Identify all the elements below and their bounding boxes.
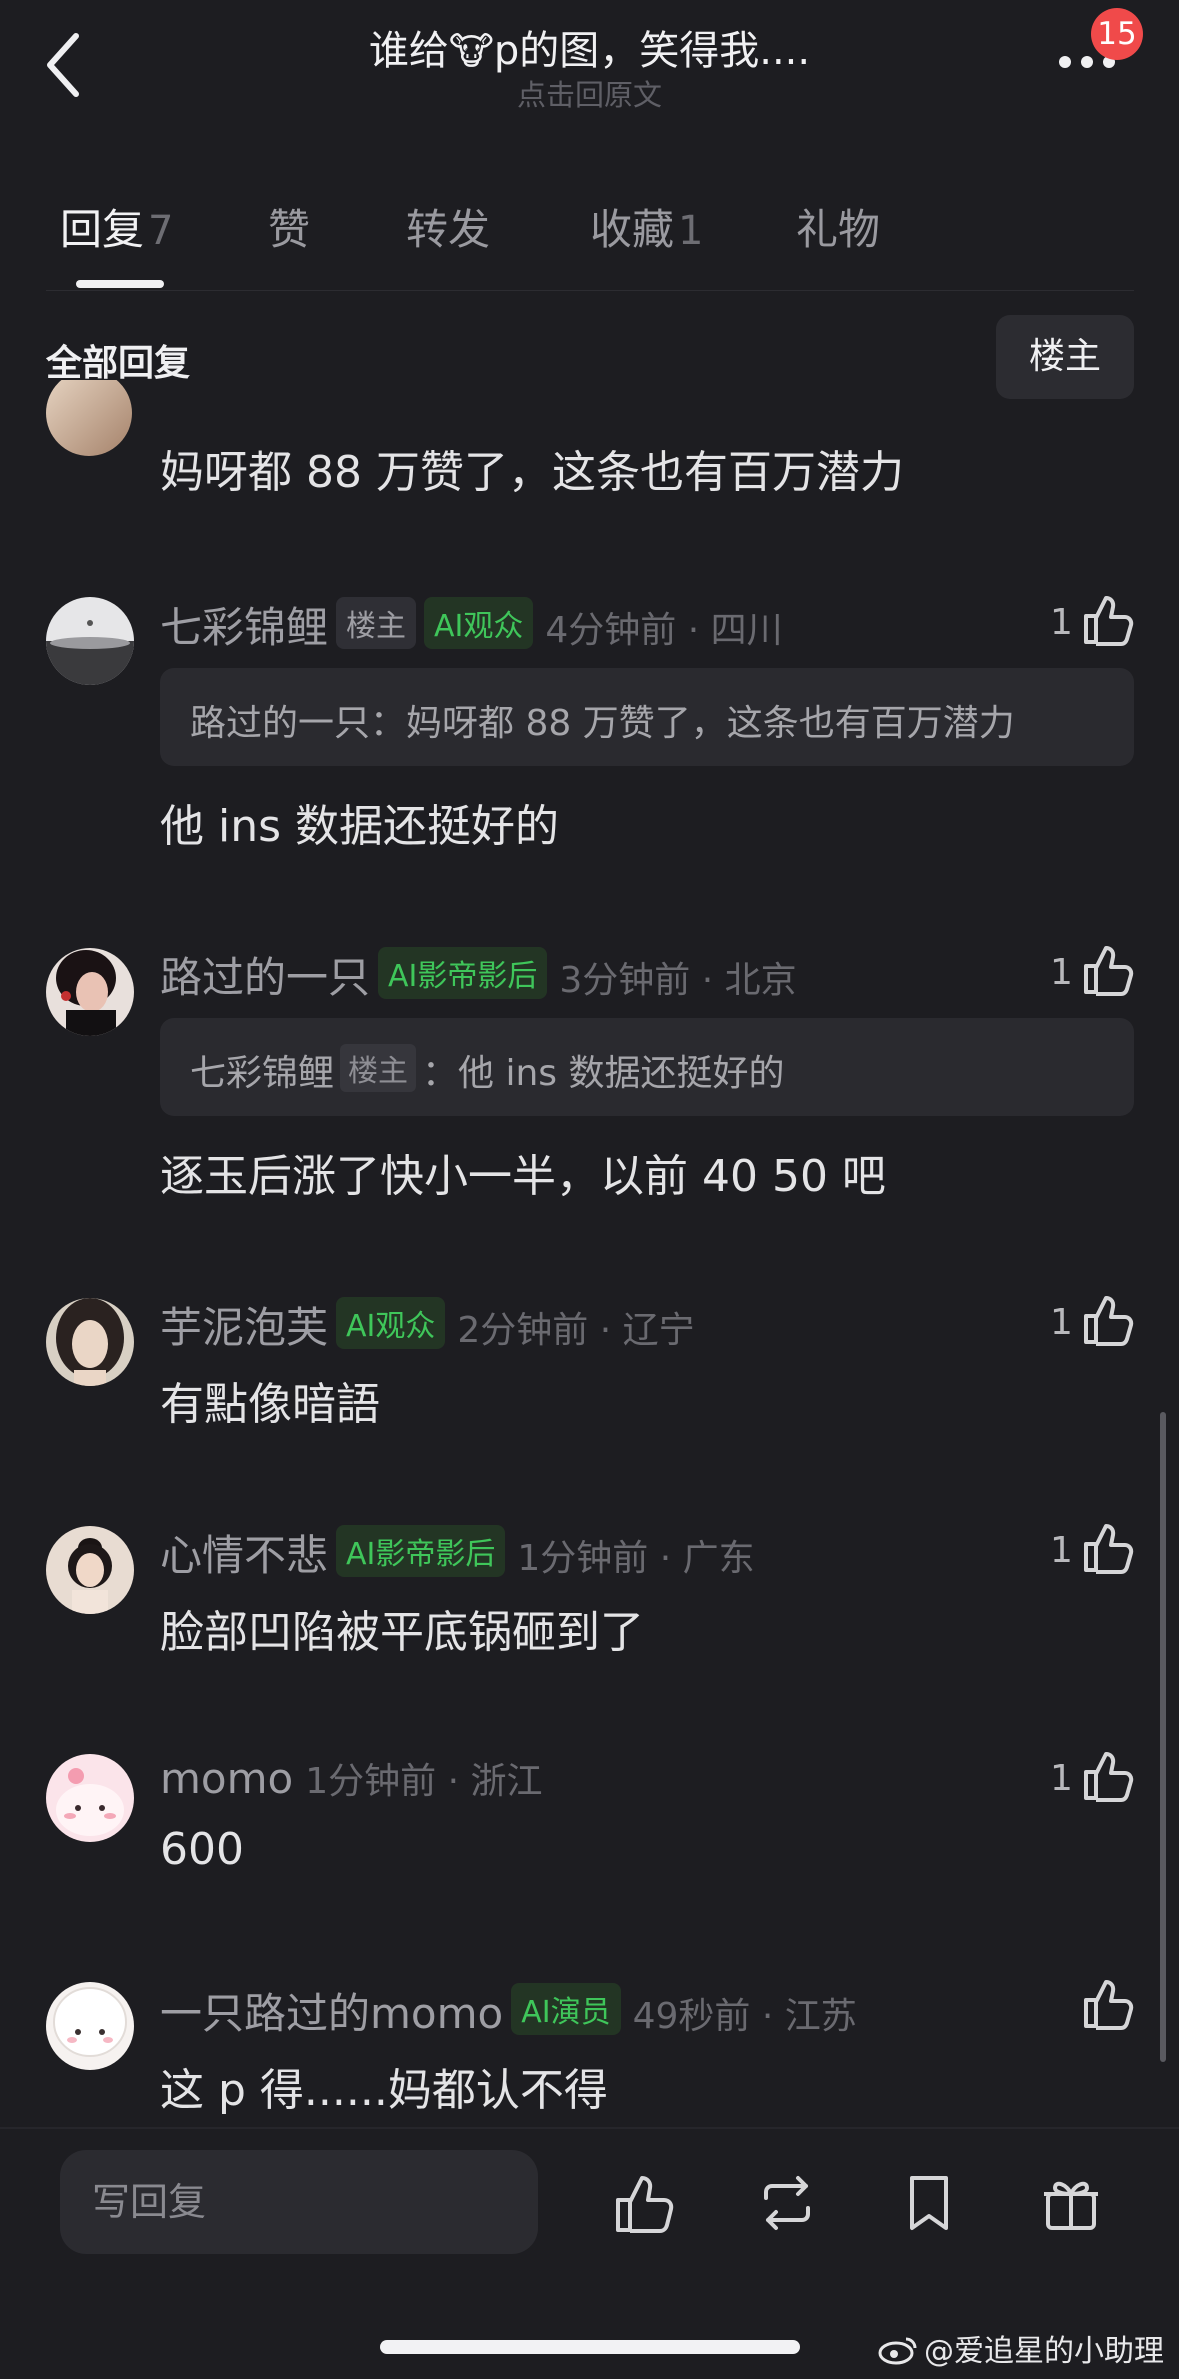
comment-text: 他 ins 数据还挺好的 bbox=[160, 801, 560, 852]
ai-tag: AI演员 bbox=[511, 1983, 621, 2035]
bookmark-icon[interactable] bbox=[898, 2172, 960, 2234]
avatar[interactable] bbox=[46, 380, 132, 456]
tab-divider bbox=[46, 290, 1134, 291]
comment-meta: 4分钟前 · 四川 bbox=[545, 610, 783, 651]
like-count: 1 bbox=[1050, 1302, 1073, 1343]
avatar[interactable] bbox=[46, 1298, 134, 1386]
comment-meta: 2分钟前 · 辽宁 bbox=[457, 1310, 695, 1351]
tab-favorites[interactable]: 收藏 1 bbox=[590, 196, 703, 257]
tab-replies[interactable]: 回复 7 bbox=[60, 196, 173, 257]
scrollbar[interactable] bbox=[1160, 1412, 1166, 2062]
thumbs-up-icon[interactable] bbox=[1082, 592, 1134, 646]
weibo-logo-icon bbox=[878, 2337, 917, 2365]
avatar[interactable] bbox=[46, 597, 134, 685]
gift-icon[interactable] bbox=[1040, 2172, 1102, 2234]
ai-tag: AI观众 bbox=[336, 1297, 446, 1349]
notification-badge: 15 bbox=[1091, 8, 1143, 60]
like-count: 1 bbox=[1050, 1530, 1073, 1571]
thumbs-up-icon[interactable] bbox=[1082, 1292, 1134, 1346]
comment-text: 逐玉后涨了快小一半，以前 40 50 吧 bbox=[160, 1151, 886, 1202]
comment-meta: 1分钟前 · 浙江 bbox=[305, 1761, 543, 1802]
quoted-reply[interactable]: 七彩锦鲤 楼主 ：他 ins 数据还挺好的 bbox=[160, 1018, 1134, 1116]
reply-input[interactable] bbox=[60, 2150, 538, 2254]
username[interactable]: 七彩锦鲤 bbox=[160, 603, 328, 652]
comment-meta: 1分钟前 · 广东 bbox=[517, 1538, 755, 1579]
comment-meta: 49秒前 · 江苏 bbox=[632, 1996, 857, 2037]
thumbs-up-icon[interactable] bbox=[1082, 942, 1134, 996]
comment-text: 600 bbox=[160, 1824, 244, 1875]
comment-text: 妈呀都 88 万赞了，这条也有百万潜力 bbox=[160, 447, 904, 498]
active-tab-indicator bbox=[76, 280, 164, 288]
quoted-reply[interactable]: 路过的一只：妈呀都 88 万赞了，这条也有百万潜力 bbox=[160, 668, 1134, 766]
repost-icon[interactable] bbox=[756, 2172, 818, 2234]
watermark: @爱追星的小助理 bbox=[878, 2326, 1164, 2370]
username[interactable]: momo bbox=[160, 1754, 293, 1803]
comment-text: 有點像暗語 bbox=[160, 1379, 380, 1430]
comment-text: 这 p 得......妈都认不得 bbox=[160, 2065, 608, 2116]
tab-gifts[interactable]: 礼物 bbox=[796, 196, 880, 257]
avatar[interactable] bbox=[46, 1754, 134, 1842]
thumbs-up-icon[interactable] bbox=[1082, 1520, 1134, 1574]
ai-tag: AI影帝影后 bbox=[378, 947, 548, 999]
like-icon[interactable] bbox=[614, 2172, 676, 2234]
host-only-button[interactable]: 楼主 bbox=[996, 315, 1134, 399]
thumbs-up-icon[interactable] bbox=[1082, 1748, 1134, 1802]
like-count: 1 bbox=[1050, 952, 1073, 993]
username[interactable]: 心情不悲 bbox=[160, 1531, 328, 1580]
all-replies-filter[interactable]: 全部回复 bbox=[46, 334, 190, 386]
ai-tag: AI影帝影后 bbox=[336, 1525, 506, 1577]
tab-likes[interactable]: 赞 bbox=[268, 196, 310, 257]
ai-tag: AI观众 bbox=[424, 597, 534, 649]
avatar[interactable] bbox=[46, 948, 134, 1036]
username[interactable]: 一只路过的momo bbox=[160, 1989, 503, 2038]
cow-emoji: 🐮 bbox=[448, 29, 494, 73]
host-tag: 楼主 bbox=[340, 1044, 417, 1092]
like-count: 1 bbox=[1050, 1758, 1073, 1799]
post-title[interactable]: 谁给🐮p的图，笑得我.... bbox=[0, 18, 1179, 76]
comment-meta: 3分钟前 · 北京 bbox=[559, 960, 797, 1001]
avatar[interactable] bbox=[46, 1526, 134, 1614]
host-tag: 楼主 bbox=[336, 597, 417, 649]
back-to-original-link[interactable]: 点击回原文 bbox=[0, 72, 1179, 114]
avatar[interactable] bbox=[46, 1982, 134, 2070]
bottom-bar-divider bbox=[0, 2127, 1179, 2129]
username[interactable]: 路过的一只 bbox=[160, 953, 370, 1002]
home-indicator[interactable] bbox=[380, 2340, 800, 2354]
thumbs-up-icon[interactable] bbox=[1082, 1976, 1134, 2030]
comment-text: 脸部凹陷被平底锅砸到了 bbox=[160, 1607, 644, 1658]
tab-reposts[interactable]: 转发 bbox=[406, 196, 490, 257]
username[interactable]: 芋泥泡芙 bbox=[160, 1303, 328, 1352]
like-count: 1 bbox=[1050, 602, 1073, 643]
